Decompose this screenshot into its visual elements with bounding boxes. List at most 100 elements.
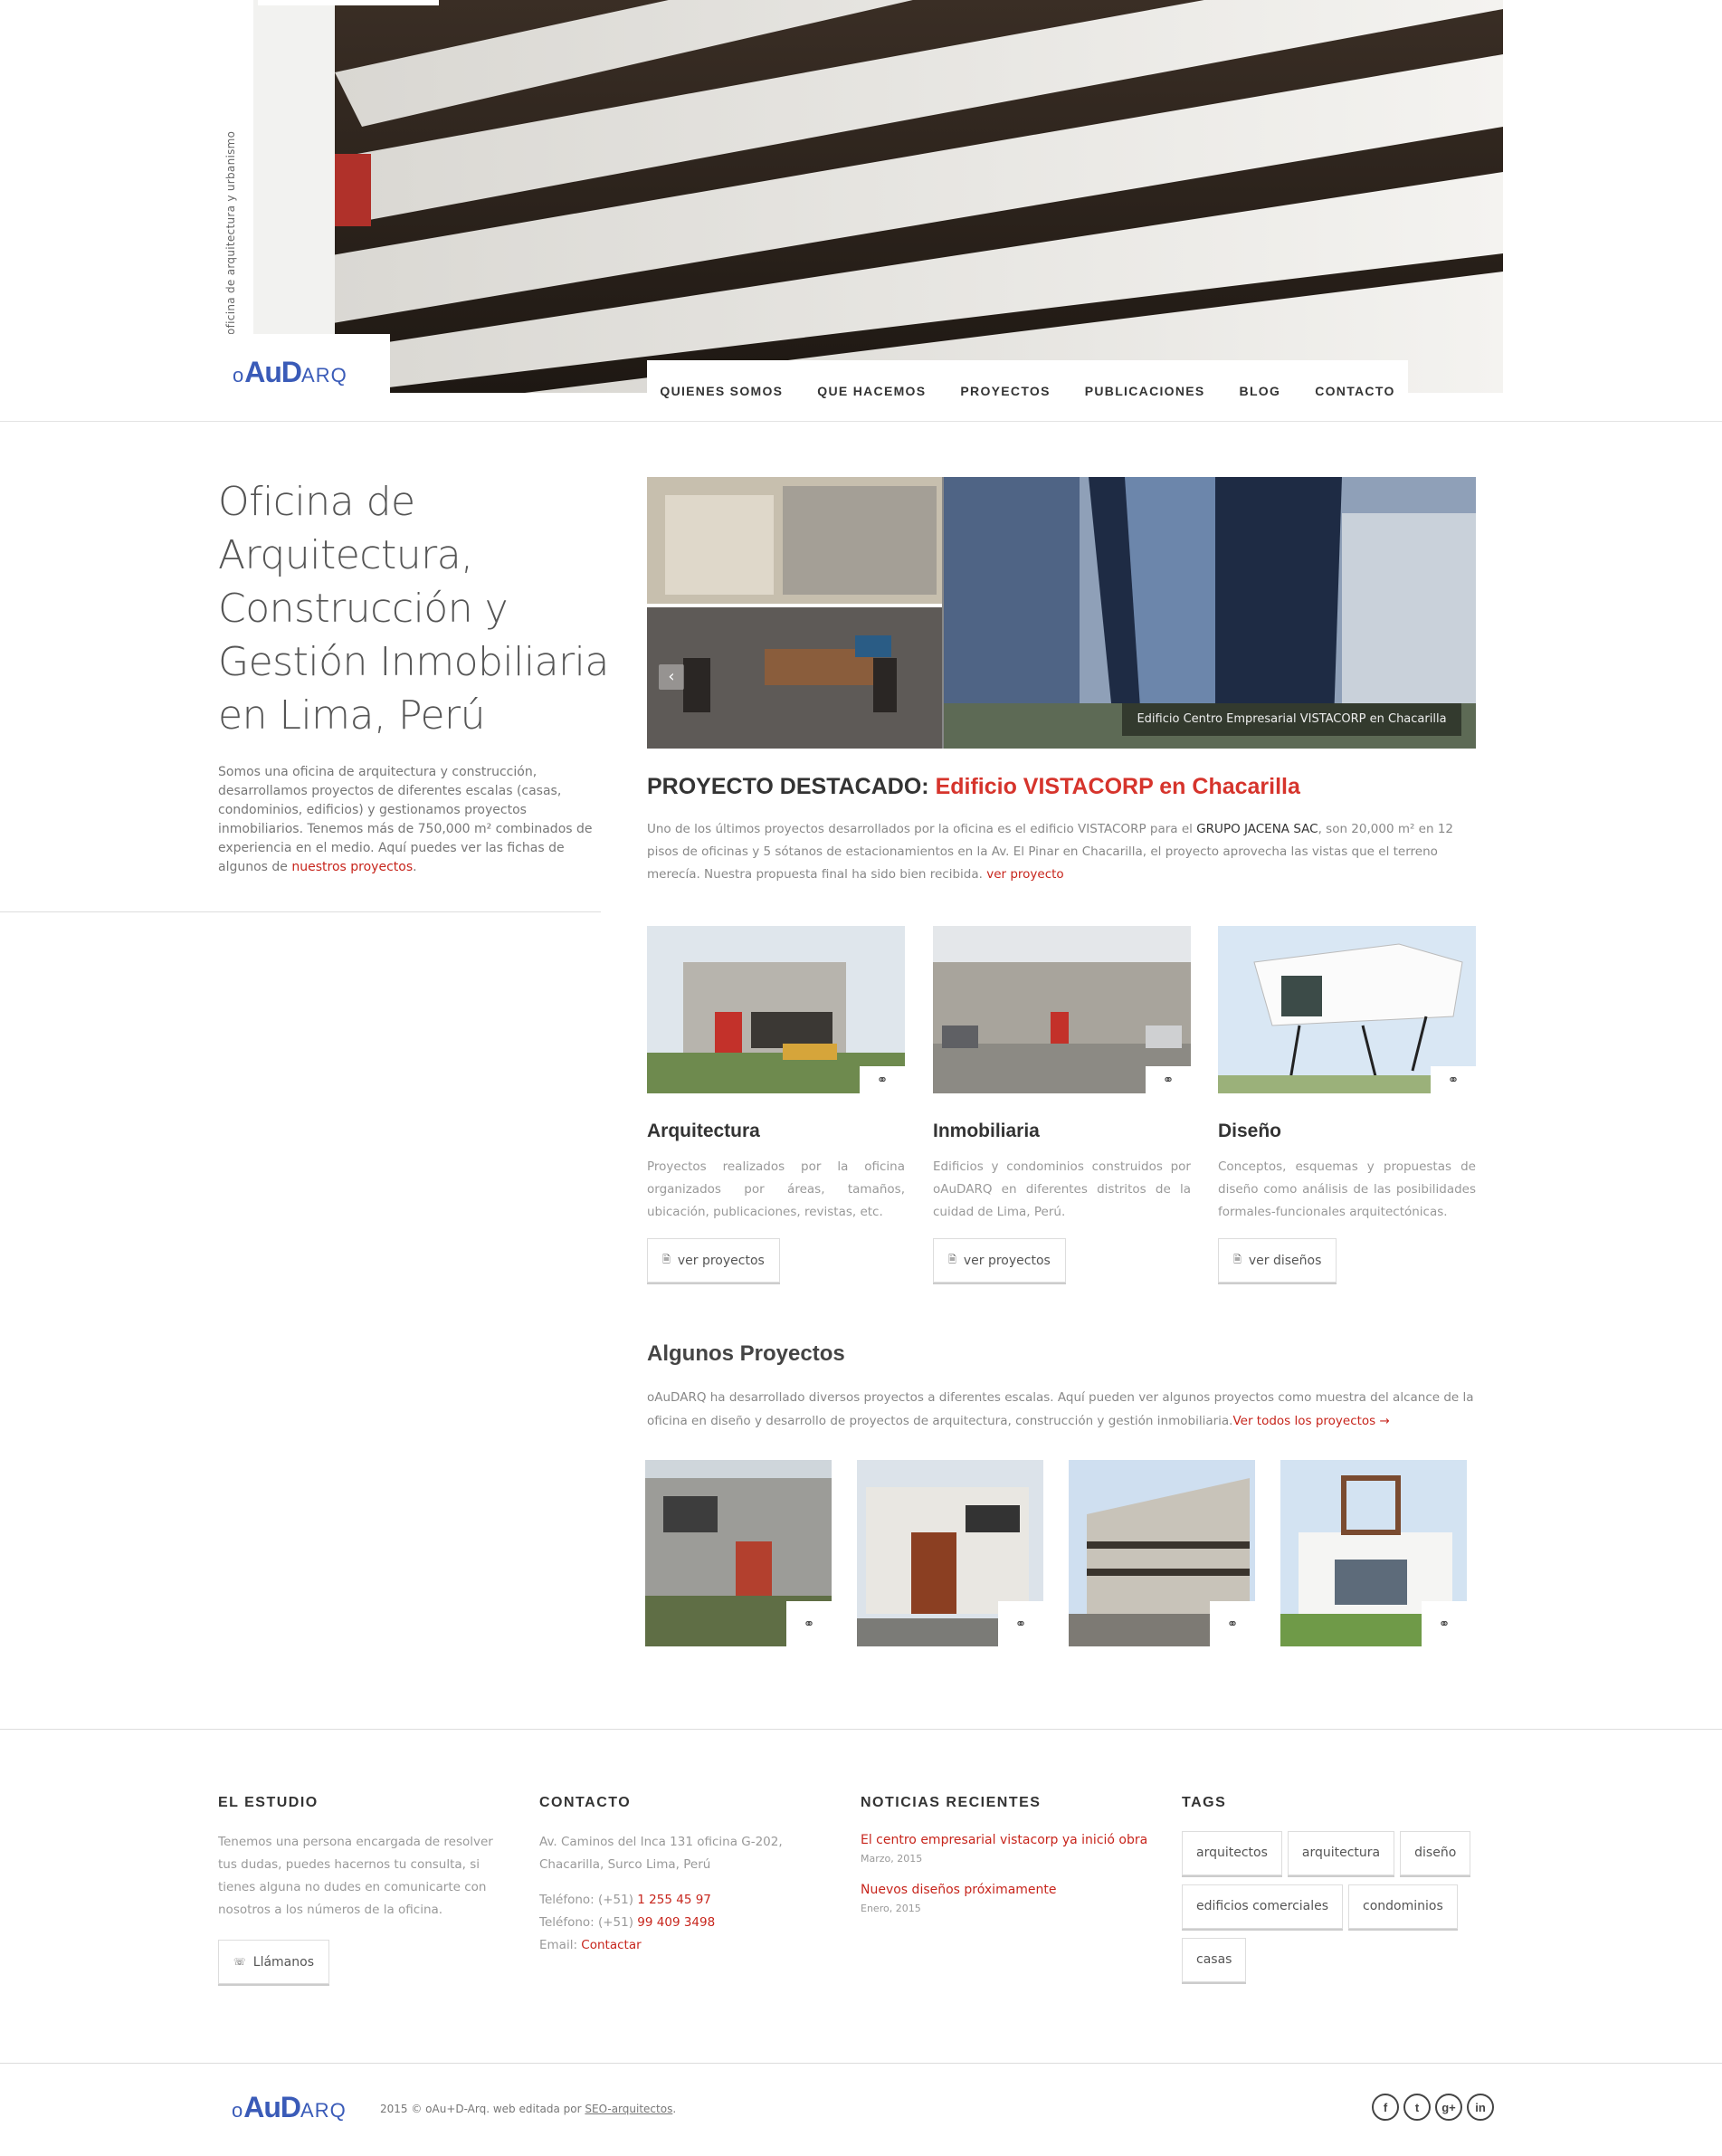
- nav-contacto[interactable]: CONTACTO: [1298, 384, 1412, 398]
- logo-box[interactable]: oAuDARQ: [218, 334, 390, 394]
- footer-contact: CONTACTO Av. Caminos del Inca 131 oficin…: [539, 1795, 811, 1957]
- featured-text: Uno de los últimos proyectos desarrollad…: [647, 818, 1476, 886]
- facebook-icon[interactable]: f: [1372, 2094, 1399, 2121]
- office-interior-illustration: [647, 477, 942, 749]
- nav-proyectos[interactable]: PROYECTOS: [943, 384, 1067, 398]
- slide-interior-photo: [647, 477, 942, 749]
- phone-link[interactable]: 1 255 45 97: [637, 1893, 711, 1907]
- service-diseno-image[interactable]: ⚭: [1218, 926, 1476, 1093]
- bottom-divider: [0, 2063, 1722, 2064]
- news-item-link[interactable]: Nuevos diseños próximamente: [861, 1883, 1150, 1897]
- contact-phone-2: Teléfono: (+51) 99 409 3498: [539, 1912, 811, 1934]
- logo-suffix: ARQ: [301, 364, 347, 386]
- phone-icon: ☏: [233, 1956, 246, 1968]
- service-arquitectura-image[interactable]: ⚭: [647, 926, 905, 1093]
- service-arquitectura: ⚭ Arquitectura Proyectos realizados por …: [647, 926, 905, 1283]
- logo-mid: AuD: [244, 356, 302, 388]
- service-inmobiliaria: ⚭ Inmobiliaria Edificios y condominios c…: [933, 926, 1191, 1283]
- intro-end: .: [413, 860, 417, 874]
- featured-text-1: Uno de los últimos proyectos desarrollad…: [647, 822, 1197, 836]
- tag-casas[interactable]: casas: [1182, 1938, 1247, 1982]
- contact-phone-1: Teléfono: (+51) 1 255 45 97: [539, 1889, 811, 1912]
- nav-publicaciones[interactable]: PUBLICACIONES: [1068, 384, 1223, 398]
- service-diseno: ⚭ Diseño Conceptos, esquemas y propuesta…: [1218, 926, 1476, 1283]
- slider-prev-button[interactable]: ‹: [659, 664, 684, 690]
- slider-caption: Edificio Centro Empresarial VISTACORP en…: [1122, 703, 1461, 736]
- featured-view-project-link[interactable]: ver proyecto: [986, 867, 1064, 882]
- project-thumb-2[interactable]: ⚭: [857, 1460, 1043, 1646]
- service-text: Proyectos realizados por la oficina orga…: [647, 1159, 905, 1219]
- project-thumb-3[interactable]: ⚭: [1069, 1460, 1255, 1646]
- tag-cloud: arquitectos arquitectura diseño edificios c…: [1182, 1831, 1480, 1991]
- news-item-link[interactable]: El centro empresarial vistacorp ya inici…: [861, 1833, 1150, 1847]
- featured-name[interactable]: Edificio VISTACORP en Chacarilla: [936, 774, 1300, 799]
- link-icon[interactable]: ⚭: [786, 1601, 832, 1646]
- chevron-left-icon: ‹: [668, 667, 675, 686]
- link-icon[interactable]: ⚭: [1422, 1601, 1467, 1646]
- service-text: Conceptos, esquemas y propuestas de dise…: [1218, 1159, 1476, 1219]
- service-inmobiliaria-image[interactable]: ⚭: [933, 926, 1191, 1093]
- copyright-end: .: [672, 2103, 677, 2115]
- tag-condominios[interactable]: condominios: [1348, 1884, 1458, 1929]
- button-label: Llámanos: [252, 1954, 314, 1970]
- featured-slider[interactable]: ‹ Edificio Centro Empresarial VISTACORP …: [647, 477, 1476, 749]
- tag-arquitectos[interactable]: arquitectos: [1182, 1831, 1282, 1875]
- link-icon[interactable]: ⚭: [1210, 1601, 1255, 1646]
- call-us-button[interactable]: ☏ Llámanos: [218, 1940, 329, 1984]
- contact-email: Email: Contactar: [539, 1934, 811, 1957]
- document-icon: 🗎: [1233, 1254, 1242, 1265]
- tagline-vertical: oficina de arquitectura y urbanismo: [224, 130, 237, 335]
- ver-proyectos-button[interactable]: 🗎 ver proyectos: [933, 1238, 1066, 1283]
- twitter-icon[interactable]: t: [1403, 2094, 1431, 2121]
- logo-prefix: o: [233, 364, 245, 386]
- link-icon[interactable]: ⚭: [998, 1601, 1043, 1646]
- page-title: Oficina de Arquitectura, Construcción y …: [218, 479, 609, 739]
- social-links: f t g+ in: [1372, 2094, 1494, 2121]
- featured-client: GRUPO JACENA SAC: [1196, 822, 1318, 836]
- footer-studio-heading: EL ESTUDIO: [218, 1795, 319, 1810]
- email-label: Email:: [539, 1938, 582, 1952]
- news-item-date: Enero, 2015: [861, 1903, 921, 1914]
- link-icon[interactable]: ⚭: [1431, 1066, 1476, 1093]
- ver-disenos-button[interactable]: 🗎 ver diseños: [1218, 1238, 1337, 1283]
- intro-text: Somos una oficina de arquitectura y cons…: [218, 763, 603, 877]
- footer-tags: TAGS arquitectos arquitectura diseño edific…: [1182, 1795, 1480, 1991]
- intro-projects-link[interactable]: nuestros proyectos: [291, 860, 413, 874]
- hero-building-photo: [253, 0, 1503, 393]
- site-logo[interactable]: oAuDARQ: [233, 356, 347, 389]
- featured-label: PROYECTO DESTACADO:: [647, 774, 929, 799]
- tag-diseno[interactable]: diseño: [1400, 1831, 1471, 1875]
- footer-tags-heading: TAGS: [1182, 1795, 1227, 1810]
- footer-contact-heading: CONTACTO: [539, 1795, 632, 1810]
- logo-mid: AuD: [243, 2091, 301, 2123]
- project-thumb-4[interactable]: ⚭: [1280, 1460, 1467, 1646]
- projects-title: Algunos Proyectos: [647, 1341, 845, 1366]
- phone-label: Teléfono: (+51): [539, 1893, 638, 1907]
- service-title: Inmobiliaria: [933, 1121, 1040, 1141]
- nav-que-hacemos[interactable]: QUE HACEMOS: [800, 384, 943, 398]
- phone-link[interactable]: 99 409 3498: [637, 1915, 715, 1930]
- linkedin-icon[interactable]: in: [1467, 2094, 1494, 2121]
- google-plus-icon[interactable]: g+: [1435, 2094, 1462, 2121]
- ver-proyectos-button[interactable]: 🗎 ver proyectos: [647, 1238, 780, 1283]
- hero-section: oficina de arquitectura y urbanismo oAuD…: [0, 0, 1722, 421]
- link-icon[interactable]: ⚭: [1146, 1066, 1191, 1093]
- email-link[interactable]: Contactar: [581, 1938, 641, 1952]
- nav-blog[interactable]: BLOG: [1223, 384, 1299, 398]
- hero-building-illustration: [253, 0, 1503, 393]
- tag-arquitectura[interactable]: arquitectura: [1287, 1831, 1395, 1875]
- credit-link[interactable]: SEO-arquitectos: [585, 2103, 672, 2115]
- copyright: 2015 © oAu+D-Arq. web editada por SEO-ar…: [380, 2103, 676, 2115]
- all-projects-link[interactable]: Ver todos los proyectos →: [1232, 1414, 1389, 1428]
- service-title: Arquitectura: [647, 1121, 760, 1141]
- link-icon[interactable]: ⚭: [860, 1066, 905, 1093]
- tag-edificios-comerciales[interactable]: edificios comerciales: [1182, 1884, 1344, 1929]
- phone-label: Teléfono: (+51): [539, 1915, 638, 1930]
- nav-quienes-somos[interactable]: QUIENES SOMOS: [642, 384, 800, 398]
- project-thumb-1[interactable]: ⚭: [645, 1460, 832, 1646]
- footer-news-heading: NOTICIAS RECIENTES: [861, 1795, 1042, 1810]
- contact-address: Av. Caminos del Inca 131 oficina G-202, …: [539, 1835, 783, 1872]
- button-label: ver proyectos: [963, 1253, 1051, 1268]
- footer-logo[interactable]: oAuDARQ: [232, 2091, 347, 2124]
- button-label: ver diseños: [1248, 1253, 1322, 1268]
